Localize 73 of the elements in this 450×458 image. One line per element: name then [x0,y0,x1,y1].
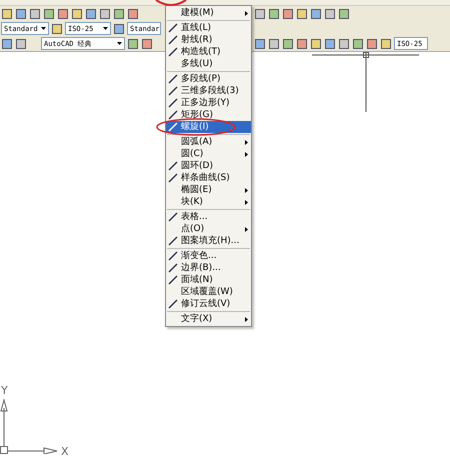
menu-item[interactable]: 射线(R) [166,34,251,46]
toolbar-icon[interactable] [15,38,27,50]
dropdown-arrow-icon [103,27,108,30]
style-icon[interactable] [51,22,63,34]
toolbar-icon[interactable] [141,38,153,50]
menu-item[interactable]: 多段线(P) [166,73,251,85]
y-axis-label: Y [1,384,8,397]
toolbar-icon[interactable] [254,8,266,20]
toolbar-icon[interactable] [268,8,280,20]
menu-item[interactable]: 面域(N) [166,274,251,286]
toolbar-icon[interactable] [352,38,364,50]
menu-item[interactable]: 构造线(T) [166,46,251,58]
menu-item[interactable]: 修订云线(V) [166,298,251,310]
submenu-arrow-icon [245,316,248,322]
menu-item[interactable]: 图案填充(H)... [166,235,251,247]
dropdown-arrow-icon [117,42,122,45]
menu-item[interactable]: 表格... [166,211,251,223]
submenu-arrow-icon [245,188,248,192]
submenu-arrow-icon [245,140,248,144]
x-axis-label: X [61,445,69,458]
toolbar-icon[interactable] [338,38,350,50]
toolbar-icon[interactable] [310,8,322,20]
toolbar-icon[interactable] [254,38,266,50]
menu-item[interactable]: 边界(B)... [166,262,251,274]
menu-item[interactable]: 建模(M) [166,7,251,19]
menu-item[interactable]: 圆弧(A) [166,136,251,148]
toolbar-icon[interactable] [338,8,350,20]
toolbar-icon[interactable] [43,8,55,20]
toolbar-icon[interactable] [366,38,378,50]
toolbar-icon[interactable] [15,8,27,20]
menu-item[interactable]: 圆(C) [166,148,251,160]
toolbar-icon[interactable] [310,38,322,50]
menu-item[interactable]: 正多边形(Y) [166,97,251,109]
menu-item[interactable]: 直线(L) [166,22,251,34]
menu-item[interactable]: 样条曲线(S) [166,172,251,184]
toolbar-icon[interactable] [268,38,280,50]
toolbar-icon[interactable] [1,8,13,20]
menu-item[interactable]: 块(K) [166,196,251,208]
toolbar-icon[interactable] [296,38,308,50]
menu-item[interactable]: 多线(U) [166,58,251,70]
menu-item[interactable]: 螺旋(I) [166,121,251,133]
toolbar-icon[interactable] [127,38,139,50]
menu-item[interactable]: 渐变色... [166,250,251,262]
submenu-arrow-icon [245,226,248,232]
tool-icon [168,212,178,222]
toolbar-icon[interactable] [29,8,41,20]
toolbar-icon[interactable] [324,38,336,50]
menu-item[interactable]: 区域覆盖(W) [166,286,251,298]
toolbar-icon[interactable] [282,8,294,20]
menu-item[interactable]: 三维多段线(3) [166,85,251,97]
submenu-arrow-icon [245,200,248,204]
menu-item[interactable]: 圆环(D) [166,160,251,172]
toolbar-icon[interactable] [127,8,139,20]
menu-item[interactable]: 椭圆(E) [166,184,251,196]
submenu-arrow-icon [245,152,248,156]
menu-item[interactable]: 点(O) [166,223,251,235]
toolbar-icon[interactable] [324,8,336,20]
crosshair-cursor-icon [312,52,419,112]
toolbar-icon[interactable] [113,8,125,20]
toolbar-icon[interactable] [57,8,69,20]
tool-icon [168,299,178,309]
toolbar-icon[interactable] [71,8,83,20]
toolbar-icon[interactable] [282,38,294,50]
dropdown-arrow-icon [41,27,46,30]
toolbar-icon[interactable] [296,8,308,20]
toolbar-icon[interactable] [99,8,111,20]
toolbar-icon[interactable] [85,8,97,20]
toolbar-icon[interactable] [1,38,13,50]
menu-item[interactable]: 文字(X) [166,313,251,325]
submenu-arrow-icon [245,10,248,16]
menu-item[interactable]: 矩形(G) [166,109,251,121]
style-icon[interactable] [113,22,125,34]
toolbar-icon[interactable] [380,38,392,50]
